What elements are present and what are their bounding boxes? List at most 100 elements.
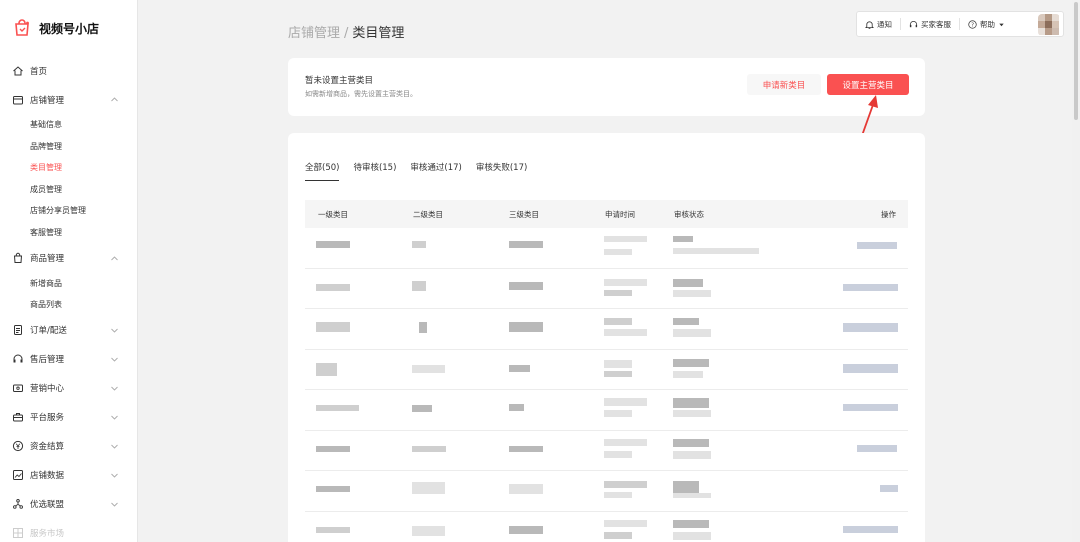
blurred-cell: [604, 318, 632, 325]
sidebar-item-shop-data[interactable]: 店铺数据: [0, 461, 137, 490]
sidebar-subitem[interactable]: 店铺分享员管理: [0, 200, 137, 222]
bell-icon: [865, 20, 874, 29]
sidebar-subitem[interactable]: 商品列表: [0, 294, 137, 316]
page-scrollbar[interactable]: [1072, 0, 1080, 542]
sidebar-item-label: 服务市场: [30, 529, 65, 540]
blurred-cell: [316, 283, 350, 291]
blurred-cell: [412, 241, 426, 248]
chevron-up-icon[interactable]: [110, 95, 119, 104]
blurred-cell: [316, 322, 350, 332]
blurred-cell: [412, 482, 445, 494]
breadcrumb-parent[interactable]: 店铺管理: [288, 26, 340, 41]
blurred-cell: [604, 481, 647, 488]
chevron-down-icon[interactable]: [110, 413, 119, 422]
blurred-cell: [412, 525, 445, 536]
sidebar-nav: 首页 店铺管理 基础信息 品牌管理 类目管理 成员管理 店铺分享员管理 客服管理 商品管理 新增商…: [0, 56, 137, 542]
blurred-cell: [509, 241, 543, 248]
chevron-down-icon[interactable]: [110, 355, 119, 364]
shop-bag-logo-icon: [15, 19, 29, 36]
sidebar-item-after-sales[interactable]: 售后管理: [0, 345, 137, 374]
blurred-cell: [604, 410, 632, 417]
help-label: 帮助: [980, 19, 995, 29]
tab-all[interactable]: 全部(50): [305, 161, 340, 181]
sidebar-subitem[interactable]: 新增商品: [0, 273, 137, 295]
caret-down-icon: [999, 23, 1004, 26]
table-row[interactable]: [305, 512, 908, 542]
chevron-down-icon[interactable]: [110, 442, 119, 451]
blurred-cell: [316, 241, 350, 248]
tab-rejected[interactable]: 审核失败(17): [476, 161, 527, 181]
scrollbar-thumb[interactable]: [1074, 2, 1078, 120]
blurred-cell: [412, 280, 426, 291]
chevron-down-icon[interactable]: [110, 500, 119, 509]
col-apply-time: 申请时间: [605, 209, 635, 219]
blurred-cell: [673, 278, 703, 287]
avatar[interactable]: [1038, 14, 1060, 36]
sidebar-item-service-market[interactable]: 服务市场: [0, 519, 137, 542]
sidebar-subitem[interactable]: 品牌管理: [0, 136, 137, 158]
customer-service-button[interactable]: 买家客服: [901, 17, 959, 31]
table-row[interactable]: [305, 228, 908, 269]
breadcrumb: 店铺管理 / 类目管理: [288, 22, 404, 41]
table-row[interactable]: [305, 309, 908, 350]
chart-icon: [12, 469, 24, 481]
help-button[interactable]: ? 帮助: [960, 17, 1013, 31]
sidebar-item-affiliate[interactable]: 优选联盟: [0, 490, 137, 519]
sidebar-item-marketing[interactable]: 营销中心: [0, 374, 137, 403]
table-row[interactable]: [305, 431, 908, 471]
notify-label: 通知: [877, 19, 892, 29]
col-level2: 二级类目: [413, 209, 443, 219]
blurred-cell: [509, 404, 524, 411]
chevron-down-icon[interactable]: [110, 471, 119, 480]
sidebar-subitem[interactable]: 成员管理: [0, 179, 137, 201]
chevron-down-icon[interactable]: [110, 326, 119, 335]
app-logo[interactable]: 视频号小店: [0, 0, 137, 56]
breadcrumb-separator: /: [344, 26, 349, 41]
blurred-cell: [604, 370, 632, 377]
blurred-cell: [673, 438, 709, 447]
sidebar-item-label: 营销中心: [30, 384, 65, 395]
blurred-cell: [673, 481, 699, 493]
chevron-up-icon[interactable]: [110, 254, 119, 263]
sidebar-item-orders[interactable]: 订单/配送: [0, 316, 137, 345]
blurred-cell: [843, 363, 898, 373]
sidebar-item-settlement[interactable]: 资金结算: [0, 432, 137, 461]
blurred-cell: [509, 445, 543, 452]
sidebar-item-platform-service[interactable]: 平台服务: [0, 403, 137, 432]
ticket-icon: [12, 382, 24, 394]
sidebar-item-product-manage[interactable]: 商品管理: [0, 244, 137, 273]
chevron-down-icon[interactable]: [110, 384, 119, 393]
sidebar-item-label: 优选联盟: [30, 500, 65, 511]
col-review-status: 审核状态: [674, 209, 704, 219]
table-header: 一级类目 二级类目 三级类目 申请时间 审核状态 操作: [305, 200, 908, 228]
blurred-cell: [673, 358, 709, 367]
notify-button[interactable]: 通知: [857, 17, 900, 31]
tab-pending[interactable]: 待审核(15): [353, 161, 396, 181]
tab-approved[interactable]: 审核通过(17): [410, 161, 461, 181]
sidebar-subitem[interactable]: 基础信息: [0, 114, 137, 136]
blurred-cell: [316, 486, 350, 492]
blurred-cell: [673, 318, 699, 325]
table-row[interactable]: [305, 390, 908, 431]
blurred-cell: [316, 362, 337, 376]
blurred-cell: [604, 236, 647, 242]
blurred-cell: [673, 236, 693, 242]
sidebar-item-label: 售后管理: [30, 355, 65, 366]
blurred-cell: [604, 359, 632, 368]
sidebar-item-shop-manage[interactable]: 店铺管理: [0, 85, 137, 114]
grid-icon: [12, 527, 24, 539]
blurred-cell: [673, 493, 711, 498]
blurred-cell: [604, 438, 647, 446]
blurred-cell: [843, 404, 898, 411]
table-row[interactable]: [305, 350, 908, 390]
blurred-cell: [316, 526, 350, 533]
sidebar-subitem[interactable]: 类目管理: [0, 157, 137, 179]
col-level3: 三级类目: [509, 209, 539, 219]
apply-new-category-button[interactable]: 申请新类目: [747, 74, 821, 95]
sidebar-item-home[interactable]: 首页: [0, 56, 137, 85]
table-row[interactable]: [305, 471, 908, 512]
headset-icon: [12, 353, 24, 365]
sidebar-subitem[interactable]: 客服管理: [0, 222, 137, 244]
table-row[interactable]: [305, 269, 908, 309]
sidebar: 视频号小店 首页 店铺管理 基础信息 品牌管理 类目管理 成员管理 店铺分享员管理 客服管理商…: [0, 0, 138, 542]
